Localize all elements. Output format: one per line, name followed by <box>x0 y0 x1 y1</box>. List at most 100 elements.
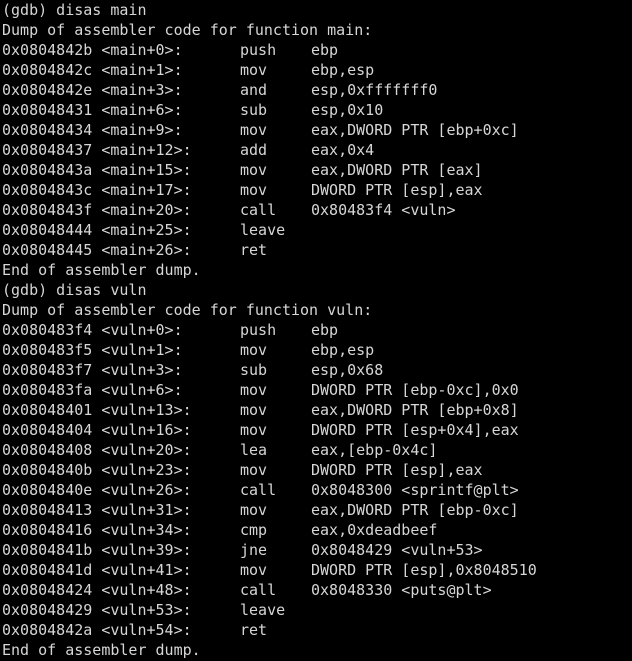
disassembly-line: 0x0804842a <vuln+54>: ret <box>0 620 632 640</box>
disassembly-line: 0x080483f5 <vuln+1>: mov ebp,esp <box>0 340 632 360</box>
instruction-operands: esp,0x10 <box>311 101 384 119</box>
terminal-text-line: Dump of assembler code for function vuln… <box>2 301 373 319</box>
instruction-mnemonic: sub <box>240 361 268 379</box>
instruction-operands: eax,DWORD PTR [ebp+0x8] <box>311 401 519 419</box>
instruction-address: 0x0804842b <main+0>: <box>2 41 183 59</box>
instruction-address: 0x0804842a <vuln+54>: <box>2 621 192 639</box>
disassembly-line: 0x0804842b <main+0>: push ebp <box>0 40 632 60</box>
instruction-mnemonic: mov <box>240 421 268 439</box>
disassembly-line: 0x08048431 <main+6>: sub esp,0x10 <box>0 100 632 120</box>
instruction-operands: ebp,esp <box>311 61 375 79</box>
instruction-address: 0x08048444 <main+25>: <box>2 221 192 239</box>
instruction-address: 0x08048431 <main+6>: <box>2 101 183 119</box>
instruction-operands: 0x8048429 <vuln+53> <box>311 541 483 559</box>
instruction-mnemonic: mov <box>240 561 268 579</box>
disassembly-line: 0x08048408 <vuln+20>: lea eax,[ebp-0x4c] <box>0 440 632 460</box>
instruction-address: 0x0804841d <vuln+41>: <box>2 561 192 579</box>
terminal-text-line: End of assembler dump. <box>2 641 201 659</box>
disassembly-line: 0x0804843c <main+17>: mov DWORD PTR [esp],… <box>0 180 632 200</box>
instruction-mnemonic: mov <box>240 461 268 479</box>
instruction-operands: ebp <box>311 321 339 339</box>
instruction-mnemonic: lea <box>240 441 268 459</box>
instruction-address: 0x0804843f <main+20>: <box>2 201 192 219</box>
instruction-address: 0x08048413 <vuln+31>: <box>2 501 192 519</box>
instruction-mnemonic: mov <box>240 381 268 399</box>
instruction-operands: ebp,esp <box>311 341 375 359</box>
instruction-address: 0x08048437 <main+12>: <box>2 141 192 159</box>
instruction-mnemonic: cmp <box>240 521 268 539</box>
instruction-mnemonic: call <box>240 481 277 499</box>
instruction-mnemonic: mov <box>240 181 268 199</box>
instruction-mnemonic: leave <box>240 221 286 239</box>
disassembly-line: 0x08048413 <vuln+31>: mov eax,DWORD PTR [e… <box>0 500 632 520</box>
disassembly-line: 0x08048445 <main+26>: ret <box>0 240 632 260</box>
instruction-mnemonic: push <box>240 321 277 339</box>
instruction-mnemonic: push <box>240 41 277 59</box>
disassembly-line: 0x0804842e <main+3>: and esp,0xfffffff0 <box>0 80 632 100</box>
instruction-address: 0x080483fa <vuln+6>: <box>2 381 183 399</box>
gdb-prompt-line: (gdb) disas main <box>2 1 147 19</box>
disassembly-line: 0x08048404 <vuln+16>: mov DWORD PTR [esp+0… <box>0 420 632 440</box>
instruction-mnemonic: mov <box>240 121 268 139</box>
instruction-mnemonic: add <box>240 141 268 159</box>
instruction-address: 0x08048434 <main+9>: <box>2 121 183 139</box>
instruction-mnemonic: mov <box>240 401 268 419</box>
instruction-mnemonic: ret <box>240 621 268 639</box>
instruction-address: 0x0804840e <vuln+26>: <box>2 481 192 499</box>
disassembly-line: 0x08048416 <vuln+34>: cmp eax,0xdeadbeef <box>0 520 632 540</box>
instruction-operands: eax,[ebp-0x4c] <box>311 441 438 459</box>
disassembly-line: 0x080483f7 <vuln+3>: sub esp,0x68 <box>0 360 632 380</box>
instruction-mnemonic: and <box>240 81 268 99</box>
instruction-address: 0x0804841b <vuln+39>: <box>2 541 192 559</box>
disassembly-line: 0x0804840b <vuln+23>: mov DWORD PTR [esp],… <box>0 460 632 480</box>
instruction-address: 0x0804842e <main+3>: <box>2 81 183 99</box>
instruction-operands: DWORD PTR [esp],0x8048510 <box>311 561 537 579</box>
instruction-operands: 0x8048330 <puts@plt> <box>311 581 492 599</box>
instruction-address: 0x0804843a <main+15>: <box>2 161 192 179</box>
instruction-address: 0x0804840b <vuln+23>: <box>2 461 192 479</box>
instruction-operands: eax,DWORD PTR [ebp+0xc] <box>311 121 519 139</box>
instruction-mnemonic: mov <box>240 501 268 519</box>
instruction-mnemonic: mov <box>240 161 268 179</box>
instruction-address: 0x08048424 <vuln+48>: <box>2 581 192 599</box>
instruction-mnemonic: call <box>240 581 277 599</box>
instruction-address: 0x080483f5 <vuln+1>: <box>2 341 183 359</box>
instruction-operands: 0x8048300 <sprintf@plt> <box>311 481 519 499</box>
instruction-address: 0x08048445 <main+26>: <box>2 241 192 259</box>
instruction-address: 0x08048401 <vuln+13>: <box>2 401 192 419</box>
instruction-address: 0x08048416 <vuln+34>: <box>2 521 192 539</box>
instruction-address: 0x080483f7 <vuln+3>: <box>2 361 183 379</box>
disassembly-line: 0x0804843f <main+20>: call 0x80483f4 <vuln… <box>0 200 632 220</box>
disassembly-line: 0x0804843a <main+15>: mov eax,DWORD PTR [e… <box>0 160 632 180</box>
disassembly-line: 0x08048437 <main+12>: add eax,0x4 <box>0 140 632 160</box>
instruction-operands: esp,0xfffffff0 <box>311 81 438 99</box>
disassembly-line: 0x08048424 <vuln+48>: call 0x8048330 <puts… <box>0 580 632 600</box>
instruction-operands: eax,0xdeadbeef <box>311 521 438 539</box>
instruction-operands: DWORD PTR [esp+0x4],eax <box>311 421 519 439</box>
disassembly-line: 0x08048444 <main+25>: leave <box>0 220 632 240</box>
instruction-address: 0x0804843c <main+17>: <box>2 181 192 199</box>
instruction-address: 0x08048404 <vuln+16>: <box>2 421 192 439</box>
gdb-prompt-line: (gdb) disas vuln <box>2 281 147 299</box>
disassembly-line: 0x0804841b <vuln+39>: jne 0x8048429 <vuln+… <box>0 540 632 560</box>
instruction-operands: eax,DWORD PTR [ebp-0xc] <box>311 501 519 519</box>
instruction-operands: eax,DWORD PTR [eax] <box>311 161 483 179</box>
instruction-operands: esp,0x68 <box>311 361 384 379</box>
disassembly-line: 0x08048434 <main+9>: mov eax,DWORD PTR [eb… <box>0 120 632 140</box>
disassembly-line: 0x0804841d <vuln+41>: mov DWORD PTR [esp],… <box>0 560 632 580</box>
instruction-address: 0x080483f4 <vuln+0>: <box>2 321 183 339</box>
disassembly-line: 0x08048401 <vuln+13>: mov eax,DWORD PTR [e… <box>0 400 632 420</box>
instruction-mnemonic: jne <box>240 541 268 559</box>
instruction-operands: 0x80483f4 <vuln> <box>311 201 456 219</box>
instruction-mnemonic: mov <box>240 61 268 79</box>
disassembly-line: 0x0804842c <main+1>: mov ebp,esp <box>0 60 632 80</box>
terminal-output[interactable]: (gdb) disas main Dump of assembler code f… <box>0 0 632 661</box>
instruction-address: 0x08048429 <vuln+53>: <box>2 601 192 619</box>
disassembly-line: 0x080483f4 <vuln+0>: push ebp <box>0 320 632 340</box>
instruction-mnemonic: leave <box>240 601 286 619</box>
disassembly-line: 0x0804840e <vuln+26>: call 0x8048300 <spri… <box>0 480 632 500</box>
instruction-address: 0x08048408 <vuln+20>: <box>2 441 192 459</box>
instruction-mnemonic: mov <box>240 341 268 359</box>
terminal-text-line: Dump of assembler code for function main… <box>2 21 373 39</box>
disassembly-line: 0x08048429 <vuln+53>: leave <box>0 600 632 620</box>
